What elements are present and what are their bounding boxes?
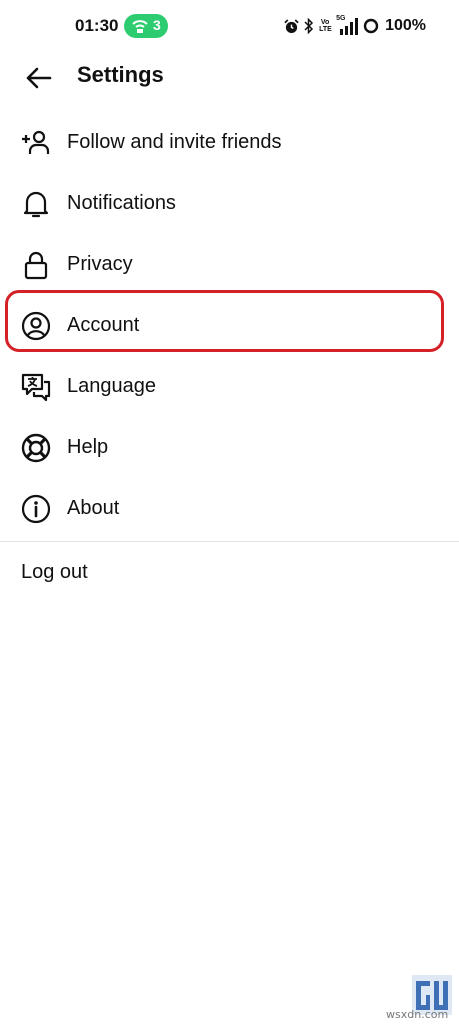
menu-item-account[interactable]: Account (0, 296, 459, 357)
signal-5g-icon: 5G (336, 15, 359, 36)
volte-text-top: Vo (320, 19, 330, 26)
menu-item-notifications[interactable]: Notifications (0, 174, 459, 235)
menu-item-label: Language (67, 375, 156, 397)
watermark-text: wsxdn.com (386, 1008, 449, 1021)
divider (0, 541, 459, 542)
translate-icon (21, 373, 51, 402)
menu-item-language[interactable]: Language (0, 357, 459, 418)
back-button[interactable] (24, 64, 54, 92)
alarm-icon (284, 18, 299, 33)
menu-item-label: Notifications (67, 192, 176, 214)
menu-item-privacy[interactable]: Privacy (0, 235, 459, 296)
lifebuoy-icon (21, 433, 51, 463)
logout-button[interactable]: Log out (21, 561, 88, 584)
app-header: Settings (0, 52, 459, 104)
menu-item-label: Follow and invite friends (67, 131, 282, 153)
menu-item-label: About (67, 497, 120, 519)
volte-text-bottom: LTE (319, 26, 332, 33)
hotspot-pill: 3 (124, 14, 168, 38)
battery-percent: 100% (385, 17, 426, 34)
bell-icon (23, 191, 49, 218)
hotspot-icon (132, 20, 148, 33)
status-icons: Vo LTE 5G 100% (284, 15, 426, 37)
status-bar: 01:30 3 Vo LTE 5G 100% (0, 0, 459, 52)
account-circle-icon (21, 311, 51, 341)
menu-item-follow-invite[interactable]: Follow and invite friends (0, 113, 459, 174)
arrow-left-icon (26, 67, 52, 89)
page-title: Settings (77, 62, 164, 87)
volte-icon: Vo LTE (319, 19, 332, 33)
battery-ring-icon (363, 18, 379, 34)
hotspot-count: 3 (153, 17, 161, 33)
lock-icon (24, 251, 48, 280)
info-icon (21, 494, 51, 524)
menu-item-help[interactable]: Help (0, 418, 459, 479)
status-time: 01:30 (75, 16, 119, 35)
settings-menu: Follow and invite friends Notifications … (0, 113, 459, 540)
menu-item-label: Account (67, 314, 140, 336)
add-person-icon (22, 130, 50, 154)
bluetooth-icon (304, 18, 314, 34)
menu-item-about[interactable]: About (0, 479, 459, 540)
menu-item-label: Help (67, 436, 109, 458)
menu-item-label: Privacy (67, 253, 133, 275)
